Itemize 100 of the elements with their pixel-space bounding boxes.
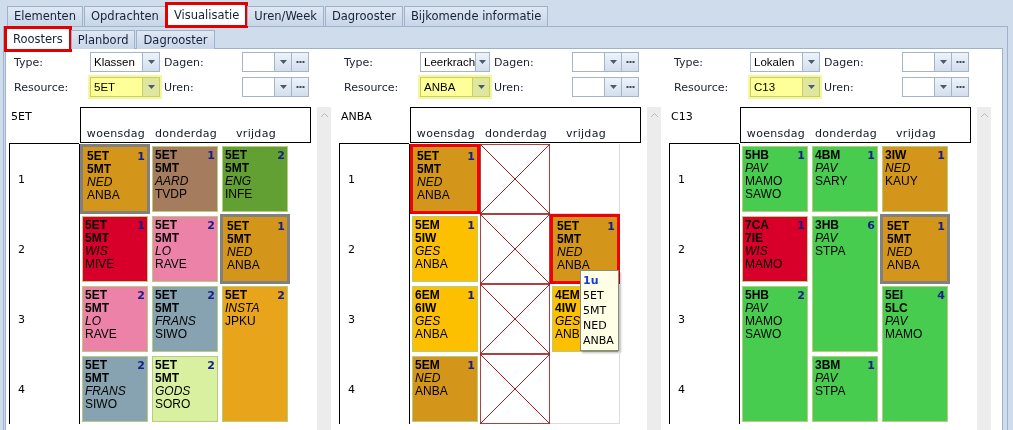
class-code: 5LC bbox=[885, 302, 908, 315]
class-code: 4BM bbox=[815, 149, 841, 162]
period-number: 2 bbox=[348, 242, 355, 256]
period-number: 2 bbox=[18, 242, 25, 256]
lesson-count: 1 bbox=[867, 359, 875, 374]
class-code: 5ET bbox=[155, 289, 177, 302]
day-label: woensdag bbox=[415, 127, 477, 140]
tooltip-line: NED bbox=[583, 318, 608, 333]
lesson-count: 1 bbox=[207, 149, 215, 164]
class-code: 5ET bbox=[155, 219, 177, 232]
teacher-code: SAWO bbox=[745, 188, 782, 201]
schedule-title: 5ET bbox=[10, 109, 33, 125]
teacher-code: ANBA bbox=[557, 259, 590, 272]
field-label: Resource: bbox=[14, 80, 70, 94]
class-code: 5HB bbox=[745, 289, 769, 302]
lesson-count: 1 bbox=[937, 220, 945, 235]
class-code: 5MT bbox=[225, 162, 249, 175]
teacher-code: MAMO bbox=[745, 175, 783, 188]
period-number: 3 bbox=[678, 312, 685, 326]
teacher-code: MIVE bbox=[85, 258, 115, 271]
subject-code: AARD bbox=[155, 175, 189, 188]
lesson-count: 1 bbox=[467, 289, 475, 304]
day-label: vrijdag bbox=[235, 127, 277, 140]
lesson-count: 1 bbox=[277, 220, 285, 235]
teacher-code: RAVE bbox=[85, 328, 117, 341]
lesson-count: 1 bbox=[467, 150, 475, 165]
class-code: 5ET bbox=[417, 150, 439, 163]
subject-code: GES bbox=[555, 315, 581, 328]
subject-code: NED bbox=[557, 246, 583, 259]
teacher-code: ANBA bbox=[415, 258, 448, 271]
class-code: 5ET bbox=[155, 149, 177, 162]
subject-code: FRANS bbox=[85, 385, 126, 398]
teacher-code: STPA bbox=[815, 385, 846, 398]
field-label: Type: bbox=[674, 55, 704, 69]
teacher-code: ANBA bbox=[227, 259, 260, 272]
lesson-count: 2 bbox=[207, 219, 215, 234]
class-code: 5ET bbox=[225, 149, 247, 162]
teacher-code: JPKU bbox=[225, 315, 256, 328]
field-label: Uren: bbox=[164, 80, 195, 94]
subject-code: NED bbox=[227, 246, 253, 259]
class-code: 5MT bbox=[227, 233, 251, 246]
schedule-title: C13 bbox=[670, 109, 694, 125]
class-code: 5EM bbox=[415, 359, 440, 372]
day-label: woensdag bbox=[85, 127, 147, 140]
teacher-code: MAMO bbox=[745, 315, 783, 328]
class-code: 4EM bbox=[555, 289, 580, 302]
teacher-code: SIWO bbox=[155, 328, 187, 341]
class-code: 5HB bbox=[745, 149, 769, 162]
class-code: 5ET bbox=[557, 220, 579, 233]
class-code: 3BM bbox=[815, 359, 841, 372]
subject-code: NED bbox=[417, 176, 443, 189]
class-code: 3HB bbox=[815, 219, 839, 232]
lesson-count: 2 bbox=[797, 289, 805, 304]
class-code: 5MT bbox=[85, 372, 109, 385]
subject-code: PAV bbox=[815, 372, 838, 385]
teacher-code: TVDP bbox=[155, 188, 187, 201]
class-code: 6IW bbox=[415, 302, 437, 315]
subject-code: PAV bbox=[815, 232, 838, 245]
class-code: 3IW bbox=[885, 149, 907, 162]
class-code: 5ET bbox=[227, 220, 249, 233]
teacher-code: INFE bbox=[225, 188, 253, 201]
field-label: Type: bbox=[14, 55, 44, 69]
field-label: Dagen: bbox=[164, 55, 205, 69]
period-number: 4 bbox=[18, 382, 25, 396]
class-code: 5ET bbox=[225, 289, 247, 302]
teacher-code: ANBA bbox=[417, 189, 450, 202]
day-label: vrijdag bbox=[895, 127, 937, 140]
lesson-count: 6 bbox=[867, 219, 875, 234]
class-code: 7IE bbox=[745, 232, 763, 245]
teacher-code: ANBA bbox=[415, 328, 448, 341]
period-number: 4 bbox=[348, 382, 355, 396]
lesson-count: 2 bbox=[137, 359, 145, 374]
period-number: 3 bbox=[348, 312, 355, 326]
day-label: donderdag bbox=[153, 127, 219, 140]
lesson-count: 1 bbox=[137, 150, 145, 165]
class-code: 5MT bbox=[155, 162, 179, 175]
lesson-count: 1 bbox=[607, 220, 615, 235]
lesson-count: 1 bbox=[467, 219, 475, 234]
day-label: woensdag bbox=[745, 127, 807, 140]
class-code: 5IW bbox=[415, 232, 437, 245]
field-label: Uren: bbox=[824, 80, 855, 94]
teacher-code: RAVE bbox=[155, 258, 187, 271]
field-label: Dagen: bbox=[494, 55, 535, 69]
teacher-code: SAWO bbox=[745, 328, 782, 341]
subject-code: ENG bbox=[225, 175, 251, 188]
class-code: 5ET bbox=[85, 359, 107, 372]
lesson-count: 2 bbox=[137, 289, 145, 304]
period-number: 2 bbox=[678, 242, 685, 256]
subject-code: GODS bbox=[155, 385, 191, 398]
class-code: 5MT bbox=[85, 232, 109, 245]
subject-code: INSTA bbox=[225, 302, 260, 315]
field-label: Dagen: bbox=[824, 55, 865, 69]
class-code: 5ET bbox=[887, 220, 909, 233]
class-code: 5MT bbox=[557, 233, 581, 246]
subject-code: NED bbox=[87, 176, 113, 189]
class-code: 5ET bbox=[85, 219, 107, 232]
period-number: 1 bbox=[678, 172, 685, 186]
teacher-code: SARY bbox=[815, 175, 848, 188]
day-label: donderdag bbox=[813, 127, 879, 140]
schedule-title: ANBA bbox=[340, 109, 373, 125]
